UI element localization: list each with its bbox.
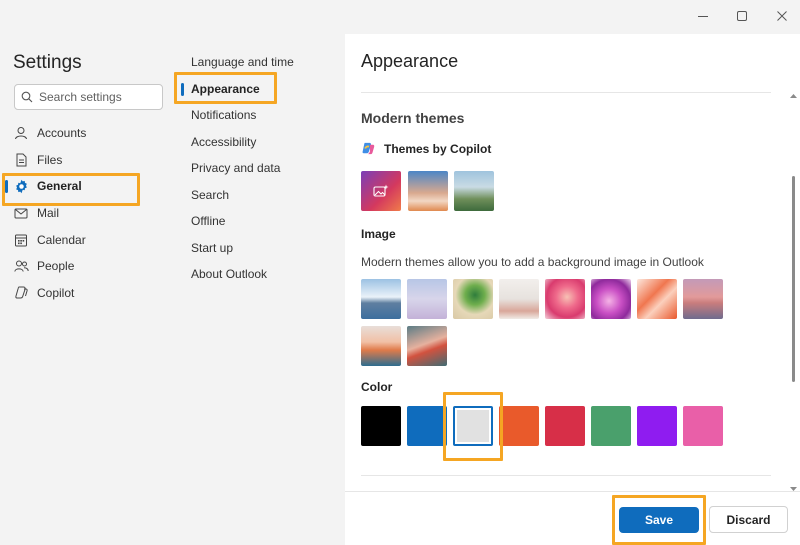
image-description: Modern themes allow you to add a backgro… [361, 255, 704, 269]
settings-nav: Accounts Files General Mail Calendar Peo… [4, 120, 178, 306]
image-sparkle-icon [373, 184, 389, 197]
subnav-item-label: Start up [191, 240, 234, 255]
copilot-create-theme-button[interactable] [361, 171, 401, 211]
sidebar-item-label: Files [37, 152, 63, 167]
themes-by-copilot-label: Themes by Copilot [384, 141, 492, 156]
image-theme-thumbnail[interactable] [683, 279, 723, 319]
copilot-theme-thumbnail[interactable] [454, 171, 494, 211]
sidebar-item-files[interactable]: Files [4, 147, 178, 174]
discard-button[interactable]: Discard [709, 506, 788, 533]
search-placeholder: Search settings [39, 90, 122, 104]
maximize-icon [737, 11, 747, 21]
sidebar-item-label: People [37, 259, 75, 274]
subnav-item-label: Appearance [191, 81, 260, 96]
image-theme-thumbnail[interactable] [545, 279, 585, 319]
sidebar-item-people[interactable]: People [4, 253, 178, 280]
sidebar-item-accounts[interactable]: Accounts [4, 120, 178, 147]
appearance-panel: Appearance Modern themes Themes by Copil… [345, 34, 800, 545]
settings-window: Settings Search settings Accounts Files [0, 0, 800, 545]
image-label: Image [361, 227, 396, 241]
minimize-icon [698, 16, 708, 17]
people-icon [13, 258, 29, 274]
minimize-button[interactable] [690, 4, 716, 28]
sidebar-item-label: Calendar [37, 232, 86, 247]
image-theme-thumbnail[interactable] [361, 326, 401, 366]
close-button[interactable] [769, 4, 795, 28]
copilot-icon [361, 141, 376, 156]
copilot-icon [13, 285, 29, 301]
themes-by-copilot-row: Themes by Copilot [361, 141, 491, 156]
color-label: Color [361, 380, 393, 394]
search-icon [21, 91, 33, 103]
bottom-divider [361, 475, 771, 476]
page-title: Appearance [361, 51, 459, 71]
person-icon [13, 125, 29, 141]
image-theme-thumbnail[interactable] [453, 279, 493, 319]
subnav-item-start-up[interactable]: Start up [178, 235, 345, 262]
sidebar-item-label: Mail [37, 206, 60, 221]
sidebar-item-mail[interactable]: Mail [4, 200, 178, 227]
subnav-item-notifications[interactable]: Notifications [178, 102, 345, 129]
subnav-item-label: Accessibility [191, 134, 257, 149]
subnav-item-privacy-and-data[interactable]: Privacy and data [178, 155, 345, 182]
subnav-item-label: Notifications [191, 108, 257, 123]
settings-title: Settings [13, 52, 82, 73]
sidebar-item-calendar[interactable]: Calendar [4, 226, 178, 253]
image-theme-thumbnail[interactable] [499, 279, 539, 319]
color-swatch-purple[interactable] [637, 406, 677, 446]
close-icon [777, 11, 787, 21]
scroll-up-arrow[interactable] [789, 87, 798, 98]
sidebar-item-general[interactable]: General [4, 173, 178, 200]
subnav-item-label: Privacy and data [191, 161, 281, 176]
general-subnav: Language and time Appearance Notificatio… [174, 34, 345, 537]
color-swatch-red[interactable] [545, 406, 585, 446]
image-theme-thumbnail[interactable] [591, 279, 631, 319]
calendar-icon [13, 232, 29, 248]
title-bar [0, 0, 800, 32]
subnav-item-label: Offline [191, 214, 226, 229]
subnav-item-accessibility[interactable]: Accessibility [178, 129, 345, 156]
gear-icon [13, 178, 29, 194]
subnav-list: Language and time Appearance Notificatio… [178, 49, 345, 288]
color-swatch-orange[interactable] [499, 406, 539, 446]
image-theme-thumbnail[interactable] [637, 279, 677, 319]
sidebar-item-label: General [37, 179, 82, 194]
sidebar-item-copilot[interactable]: Copilot [4, 280, 178, 307]
file-icon [13, 152, 29, 168]
subnav-item-offline[interactable]: Offline [178, 208, 345, 235]
color-swatch-blue[interactable] [407, 406, 447, 446]
sidebar-item-label: Accounts [37, 126, 87, 141]
scrollbar-thumb[interactable] [792, 176, 795, 382]
subnav-item-about-outlook[interactable]: About Outlook [178, 261, 345, 288]
top-divider [361, 92, 771, 93]
subnav-item-language-and-time[interactable]: Language and time [178, 49, 345, 76]
footer-bar: Save Discard [345, 491, 800, 545]
subnav-item-label: Search [191, 187, 230, 202]
scroll-down-arrow[interactable] [789, 480, 798, 491]
color-swatch-light-gray-selected[interactable] [453, 406, 493, 446]
search-input[interactable]: Search settings [14, 84, 163, 110]
save-button[interactable]: Save [619, 507, 699, 533]
subnav-item-appearance[interactable]: Appearance [178, 76, 345, 103]
copilot-theme-thumbnail[interactable] [408, 171, 448, 211]
subnav-item-label: Language and time [191, 55, 294, 70]
subnav-item-search[interactable]: Search [178, 182, 345, 209]
mail-icon [13, 205, 29, 221]
image-theme-thumbnail[interactable] [361, 279, 401, 319]
settings-sidebar: Settings Search settings Accounts Files [2, 34, 178, 537]
image-theme-thumbnail[interactable] [407, 326, 447, 366]
color-swatch-green[interactable] [591, 406, 631, 446]
color-swatch-pink[interactable] [683, 406, 723, 446]
modern-themes-heading: Modern themes [361, 110, 465, 126]
sidebar-item-label: Copilot [37, 285, 75, 300]
maximize-button[interactable] [729, 4, 755, 28]
subnav-item-label: About Outlook [191, 267, 268, 282]
image-theme-thumbnail[interactable] [407, 279, 447, 319]
color-swatch-black[interactable] [361, 406, 401, 446]
